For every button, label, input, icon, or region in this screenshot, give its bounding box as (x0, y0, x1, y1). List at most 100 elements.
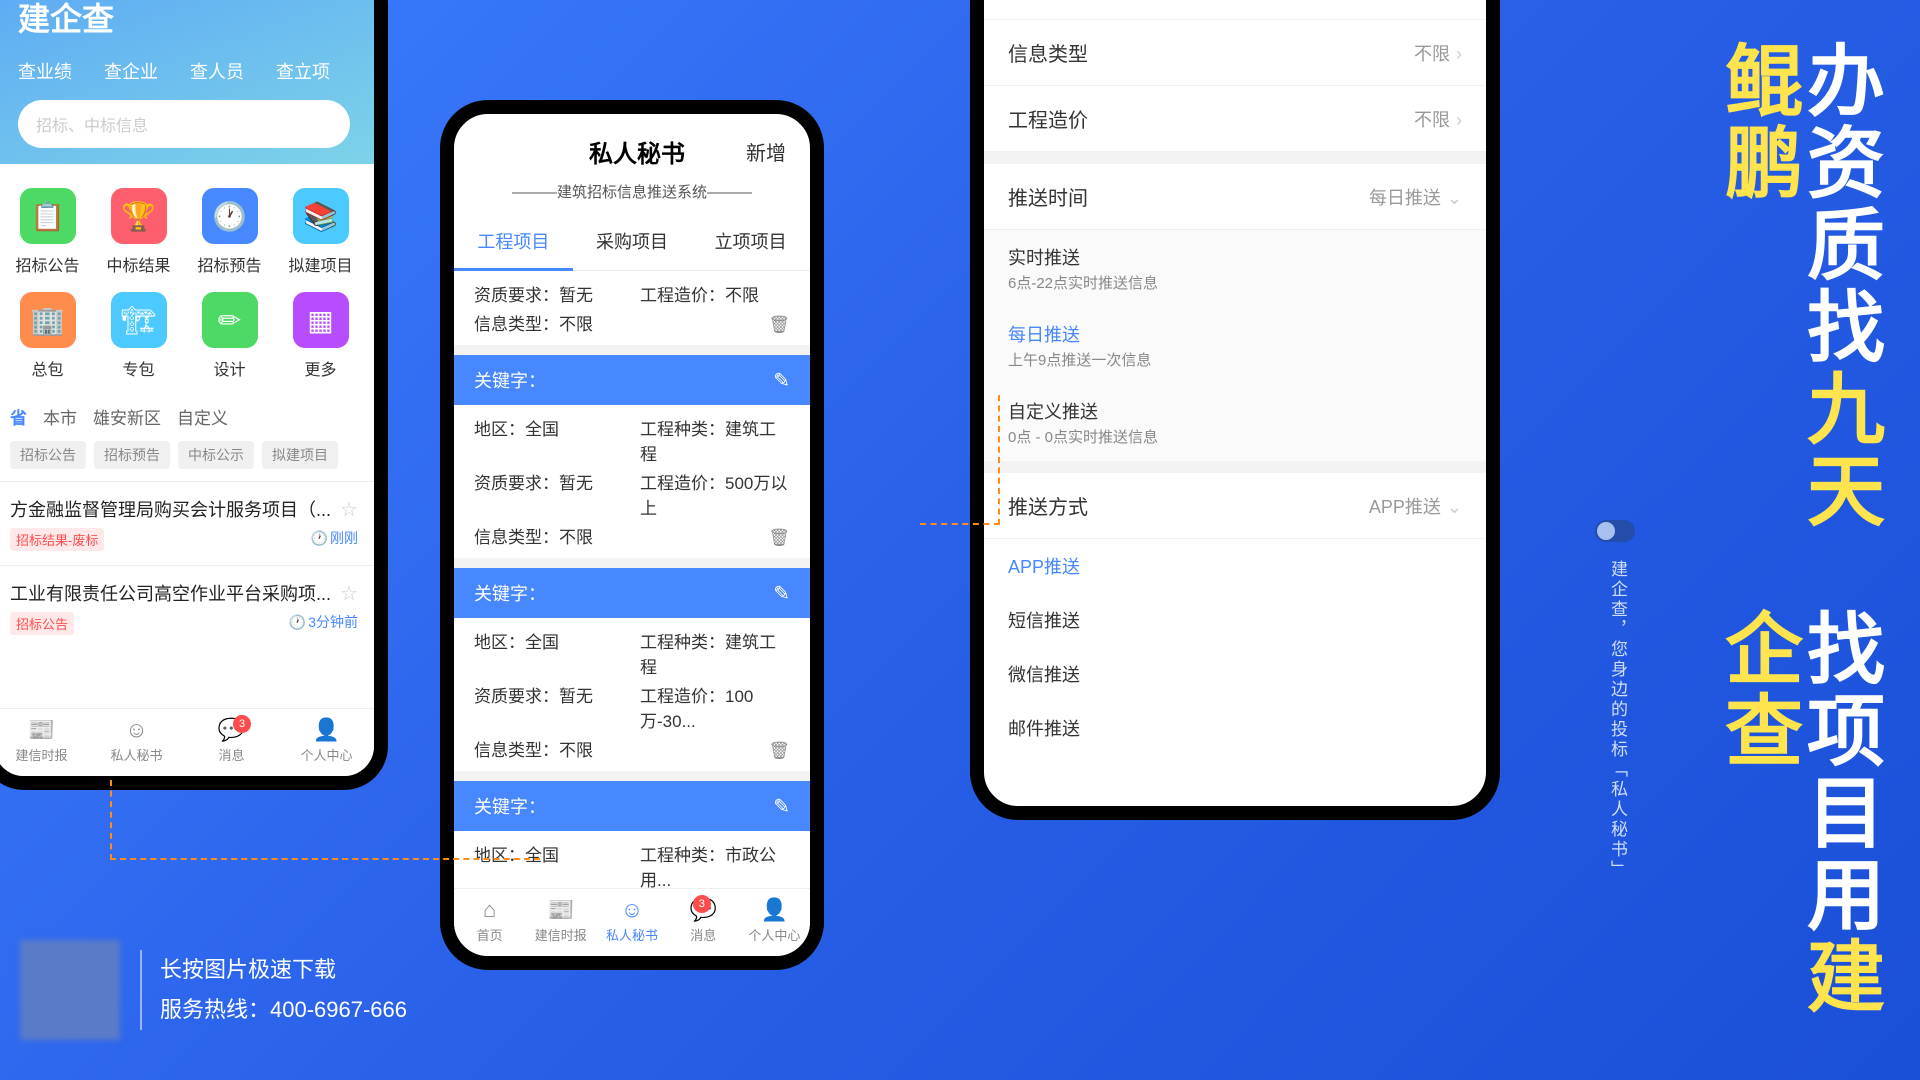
push-time-row[interactable]: 推送时间 每日推送⌄ (984, 164, 1486, 230)
filter-tag[interactable]: 拟建项目 (262, 441, 338, 469)
item-title: 方金融监督管理局购买会计服务项目（... (10, 496, 331, 522)
push-method-row[interactable]: 推送方式 APP推送⌄ (984, 473, 1486, 539)
filter-tags: 招标公告招标预告中标公示拟建项目 (0, 429, 374, 481)
delete-icon[interactable]: 🗑 (768, 741, 790, 761)
delete-icon[interactable]: 🗑 (768, 315, 790, 335)
item-time: 🕐刚刚 (311, 528, 358, 551)
filter-row[interactable]: 工程种类全部› (984, 0, 1486, 20)
nav-icon: ⌂ (454, 897, 525, 923)
nav-item[interactable]: 📰建信时报 (0, 717, 89, 764)
chevron-down-icon: ⌄ (1447, 497, 1462, 517)
card-field: 信息类型：不限 (474, 736, 624, 761)
top-tabs: 查业绩 查企业 查人员 查立项 (18, 58, 350, 84)
card-field: 地区：全国 (474, 841, 624, 891)
top-tab[interactable]: 查业绩 (18, 58, 72, 84)
phone-secretary: 私人秘书 新增 ———建筑招标信息推送系统——— 工程项目 采购项目 立项项目 … (440, 100, 824, 970)
nav-item[interactable]: 👤个人中心 (739, 897, 810, 944)
filter-tag[interactable]: 招标预告 (94, 441, 170, 469)
filter-value: 不限 (1414, 44, 1450, 64)
nav-item[interactable]: 💬消息3 (184, 717, 279, 764)
category-item[interactable]: 🏗专包 (93, 284, 184, 388)
region-tab[interactable]: 本市 (43, 404, 77, 429)
filter-row[interactable]: 信息类型不限› (984, 20, 1486, 86)
option-title: APP推送 (1008, 553, 1462, 579)
card-field: 工程造价：100万-30... (640, 682, 790, 732)
card-field: 工程造价：不限 (640, 281, 790, 306)
push-method-option[interactable]: APP推送 (984, 539, 1486, 593)
push-time-option[interactable]: 自定义推送0点 - 0点实时推送信息 (984, 384, 1486, 461)
result-item[interactable]: 工业有限责任公司高空作业平台采购项...☆招标公告🕐3分钟前 (0, 565, 374, 649)
option-title: 自定义推送 (1008, 398, 1462, 424)
nav-icon: ☺ (596, 897, 667, 923)
push-method-label: 推送方式 (1008, 491, 1088, 520)
top-tab[interactable]: 查企业 (104, 58, 158, 84)
nav-label: 私人秘书 (110, 748, 162, 763)
region-tab[interactable]: 自定义 (177, 404, 228, 429)
tab-procurement[interactable]: 采购项目 (573, 214, 692, 270)
nav-item[interactable]: 💬消息3 (668, 897, 739, 944)
option-title: 实时推送 (1008, 244, 1462, 270)
category-label: 拟建项目 (275, 252, 366, 276)
edit-icon[interactable]: ✎ (773, 368, 790, 393)
badge-count: 3 (693, 895, 711, 913)
category-item[interactable]: 📚拟建项目 (275, 180, 366, 284)
push-method-option[interactable]: 短信推送 (984, 593, 1486, 647)
tab-approval[interactable]: 立项项目 (691, 214, 810, 270)
nav-item[interactable]: ☺私人秘书 (89, 717, 184, 764)
nav-item[interactable]: ⌂首页 (454, 897, 525, 944)
edit-icon[interactable]: ✎ (773, 794, 790, 819)
hotline: 服务热线：400-6967-666 (160, 990, 407, 1030)
region-tab[interactable]: 省 (10, 404, 27, 429)
category-item[interactable]: ▦更多 (275, 284, 366, 388)
nav-item[interactable]: 👤个人中心 (279, 717, 374, 764)
nav-label: 建信时报 (535, 928, 587, 943)
category-item[interactable]: 🕐招标预告 (184, 180, 275, 284)
toggle-switch (1595, 520, 1635, 542)
nav-item[interactable]: ☺私人秘书 (596, 897, 667, 944)
card-field: 资质要求：暂无 (474, 469, 624, 519)
top-tab[interactable]: 查立项 (276, 58, 330, 84)
category-item[interactable]: 🏢 总包 (2, 284, 93, 388)
secretary-header: 私人秘书 新增 (454, 114, 810, 181)
secretary-tabs: 工程项目 采购项目 立项项目 (454, 214, 810, 271)
filter-tag[interactable]: 中标公示 (178, 441, 254, 469)
nav-item[interactable]: 📰建信时报 (525, 897, 596, 944)
card-field: 地区：全国 (474, 415, 624, 465)
card-body: 地区：全国工程种类：建筑工程资质要求：暂无工程造价：500万以上信息类型：不限🗑 (454, 405, 810, 558)
result-item[interactable]: 方金融监督管理局购买会计服务项目（...☆招标结果-废标🕐刚刚 (0, 481, 374, 565)
search-input[interactable]: 招标、中标信息 (18, 100, 350, 148)
tab-engineering[interactable]: 工程项目 (454, 214, 573, 271)
filter-tag[interactable]: 招标公告 (10, 441, 86, 469)
delete-icon[interactable]: 🗑 (768, 528, 790, 548)
page-title: 私人秘书 (528, 134, 746, 169)
keyword-label: 关键字： (474, 367, 546, 393)
star-icon[interactable]: ☆ (340, 497, 358, 522)
region-tab[interactable]: 雄安新区 (93, 404, 161, 429)
filter-label: 工程种类 (1008, 0, 1088, 1)
nav-label: 消息 (690, 928, 716, 943)
category-icon: 🏢 (30, 304, 65, 337)
filter-row[interactable]: 工程造价不限› (984, 86, 1486, 152)
region-tabs: 省 本市 雄安新区 自定义 (0, 404, 374, 429)
push-time-option[interactable]: 每日推送上午9点推送一次信息 (984, 307, 1486, 384)
delete-icon[interactable]: 🗑 (768, 954, 790, 970)
push-method-option[interactable]: 微信推送 (984, 647, 1486, 701)
card-field: 工程种类：建筑工程 (640, 415, 790, 465)
phone-settings: 工程种类全部›信息类型不限›工程造价不限› 推送时间 每日推送⌄ 实时推送6点-… (970, 0, 1500, 820)
nav-icon: 👤 (279, 717, 374, 743)
category-icon: ▦ (307, 304, 333, 337)
phone-home: 建企查 查业绩 查企业 查人员 查立项 招标、中标信息 📋招标公告🏆中标结果🕐招… (0, 0, 388, 790)
category-label: 总包 (2, 356, 93, 380)
category-item[interactable]: 🏆中标结果 (93, 180, 184, 284)
add-button[interactable]: 新增 (746, 137, 786, 166)
category-item[interactable]: 📋招标公告 (2, 180, 93, 284)
top-tab[interactable]: 查人员 (190, 58, 244, 84)
push-time-option[interactable]: 实时推送6点-22点实时推送信息 (984, 230, 1486, 307)
category-item[interactable]: ✏设计 (184, 284, 275, 388)
card-field: 资质要求：暂无 (474, 281, 624, 306)
star-icon[interactable]: ☆ (340, 581, 358, 606)
item-time: 🕐3分钟前 (289, 612, 358, 635)
edit-icon[interactable]: ✎ (773, 581, 790, 606)
option-title: 短信推送 (1008, 607, 1462, 633)
push-method-option[interactable]: 邮件推送 (984, 701, 1486, 755)
